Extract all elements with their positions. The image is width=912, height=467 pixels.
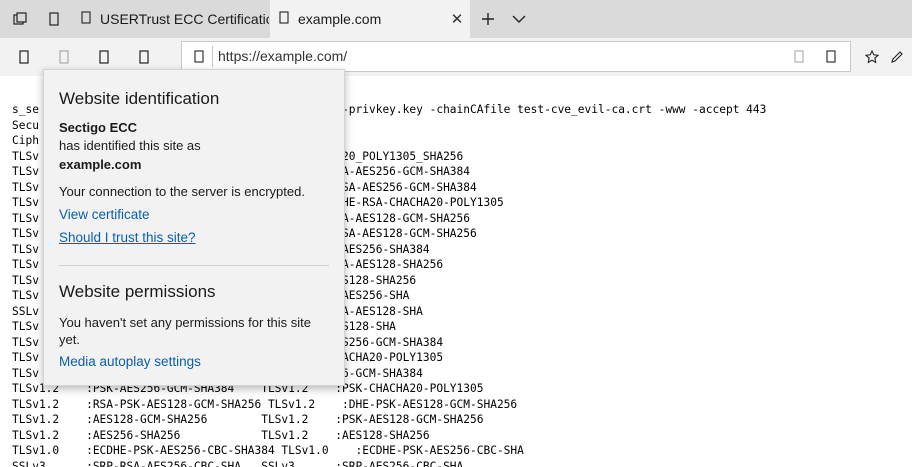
permissions-text: You haven't set any permissions for this… (59, 315, 312, 330)
certificate-issuer: Sectigo ECC (59, 120, 138, 135)
chevron-down-icon[interactable] (505, 0, 533, 38)
terminal-line: TLSv1.2 :AES256-SHA256 TLSv1.2 :AES128-S… (12, 428, 430, 442)
permissions-text-continued: yet. (59, 332, 80, 347)
tab-label: example.com (298, 11, 382, 27)
terminal-line: TLSv1.2 :AES128-GCM-SHA256 TLSv1.2 :PSK-… (12, 413, 484, 426)
lock-icon[interactable] (186, 42, 212, 71)
encryption-text: Your connection to the server is encrypt… (59, 184, 305, 199)
tab-preview-icon[interactable] (2, 0, 38, 38)
media-autoplay-link[interactable]: Media autoplay settings (59, 354, 201, 369)
terminal-line: TLSv1.2 :RSA-PSK-AES128-GCM-SHA256 TLSv1… (12, 397, 518, 411)
page-icon (72, 10, 100, 28)
trust-site-link[interactable]: Should I trust this site? (59, 230, 196, 245)
favorite-icon[interactable] (818, 42, 844, 71)
close-icon[interactable]: ✕ (444, 10, 470, 28)
site-identity-flyout: Website identification Sectigo ECC has i… (43, 69, 345, 386)
terminal-line: SSLv3 :SRP-RSA-AES256-CBC-SHA SSLv3 :SRP… (12, 459, 464, 467)
notes-icon[interactable] (882, 38, 912, 76)
tab-strip: USERTrust ECC Certification example.com … (0, 0, 912, 38)
permissions-title: Website permissions (59, 282, 216, 301)
tab-example[interactable]: example.com ✕ (270, 0, 470, 38)
back-button[interactable] (6, 38, 42, 76)
address-bar[interactable]: https://example.com/ (181, 41, 851, 72)
identified-text: has identified this site as (59, 138, 201, 153)
tab-usertrust[interactable]: USERTrust ECC Certification (72, 0, 269, 38)
view-certificate-link[interactable]: View certificate (59, 207, 150, 222)
address-separator (212, 46, 213, 67)
url-text[interactable]: https://example.com/ (218, 42, 347, 71)
tabs-aside-icon[interactable] (36, 0, 72, 38)
terminal-line: TLSv1.0 :ECDHE-PSK-AES256-CBC-SHA384 TLS… (12, 444, 524, 457)
new-tab-button[interactable] (474, 0, 502, 38)
tab-label: USERTrust ECC Certification (100, 11, 269, 27)
page-icon (270, 10, 298, 28)
site-name: example.com (59, 157, 142, 172)
flyout-title: Website identification (59, 89, 220, 108)
flyout-divider (59, 265, 329, 266)
reading-view-icon[interactable] (786, 42, 812, 71)
